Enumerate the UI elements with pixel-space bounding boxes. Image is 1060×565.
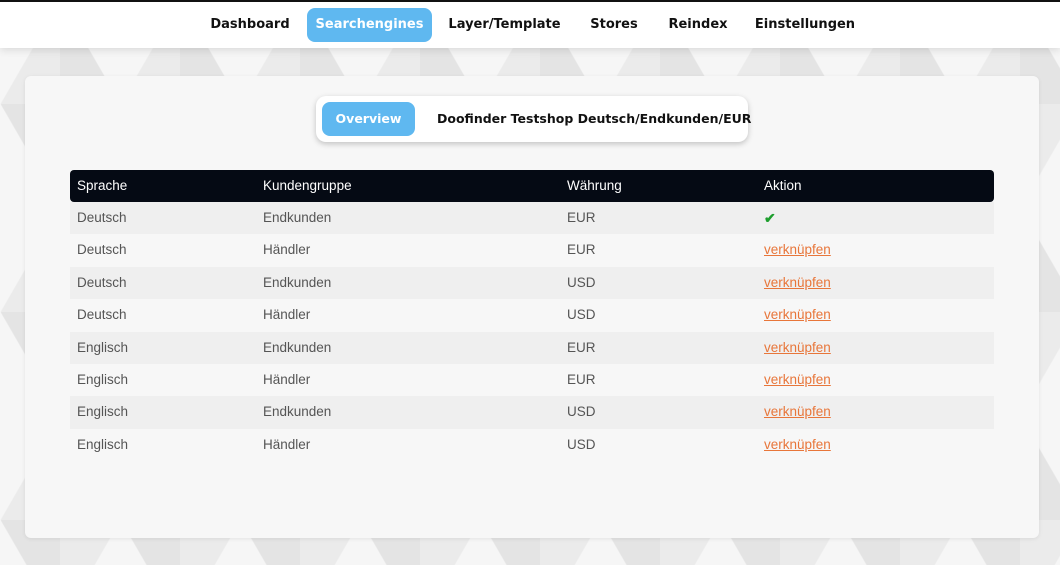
cell-waehrung: EUR [567,371,596,387]
tab-overview[interactable]: Overview [322,102,415,136]
main-nav: Dashboard Searchengines Layer/Template S… [0,8,1060,42]
cell-sprache: Deutsch [77,307,127,323]
link-verknuepfen[interactable]: verknüpfen [764,234,831,266]
searchengine-table: Sprache Kundengruppe Währung Aktion Deut… [70,170,994,462]
nav-stores[interactable]: Stores [582,8,646,42]
table-row: Englisch Händler USD verknüpfen [70,428,994,462]
header-aktion: Aktion [764,178,802,193]
table-row: Deutsch Endkunden USD verknüpfen [70,266,994,300]
nav-einstellungen[interactable]: Einstellungen [752,8,858,42]
nav-reindex[interactable]: Reindex [662,8,734,42]
cell-sprache: Englisch [77,404,129,420]
link-verknuepfen[interactable]: verknüpfen [764,396,831,428]
cell-sprache: Englisch [77,371,129,387]
link-verknuepfen[interactable]: verknüpfen [764,429,831,461]
link-verknuepfen[interactable]: verknüpfen [764,267,831,299]
tab-doofinder-engine[interactable]: Doofinder Testshop Deutsch/Endkunden/EUR [437,102,751,136]
table-body: Deutsch Endkunden EUR ✔ Deutsch Händler … [70,202,994,462]
table-row: Deutsch Händler EUR verknüpfen [70,234,994,267]
top-navigation-bar: Dashboard Searchengines Layer/Template S… [0,0,1060,48]
table-row: Deutsch Endkunden EUR ✔ [70,202,994,235]
table-row: Englisch Endkunden EUR verknüpfen [70,331,994,364]
header-waehrung: Währung [567,178,622,193]
table-header: Sprache Kundengruppe Währung Aktion [70,170,994,202]
link-verknuepfen[interactable]: verknüpfen [764,299,831,331]
cell-sprache: Deutsch [77,274,127,290]
cell-waehrung: USD [567,274,596,290]
searchengine-tabs: Overview Doofinder Testshop Deutsch/Endk… [316,96,751,142]
checkmark-icon: ✔ [764,210,776,226]
table-row: Englisch Händler EUR verknüpfen [70,363,994,397]
table-row: Englisch Endkunden USD verknüpfen [70,396,994,429]
nav-layer-template[interactable]: Layer/Template [444,8,565,42]
cell-kundengruppe: Endkunden [263,274,332,290]
cell-waehrung: USD [567,436,596,452]
cell-waehrung: USD [567,404,596,420]
header-sprache: Sprache [77,178,128,193]
cell-sprache: Englisch [77,436,129,452]
cell-kundengruppe: Händler [263,436,311,452]
link-verknuepfen[interactable]: verknüpfen [764,364,831,396]
cell-sprache: Deutsch [77,242,127,258]
nav-searchengines[interactable]: Searchengines [307,8,432,42]
cell-kundengruppe: Endkunden [263,404,332,420]
cell-kundengruppe: Händler [263,371,311,387]
nav-dashboard[interactable]: Dashboard [206,8,294,42]
table-row: Deutsch Händler USD verknüpfen [70,299,994,332]
header-kundengruppe: Kundengruppe [263,178,352,193]
cell-sprache: Deutsch [77,210,127,225]
link-verknuepfen[interactable]: verknüpfen [764,332,831,364]
cell-kundengruppe: Händler [263,242,311,258]
cell-kundengruppe: Endkunden [263,210,332,225]
cell-kundengruppe: Händler [263,307,311,323]
cell-sprache: Englisch [77,339,129,355]
cell-waehrung: EUR [567,339,596,355]
cell-waehrung: USD [567,307,596,323]
cell-kundengruppe: Endkunden [263,339,332,355]
cell-waehrung: EUR [567,210,596,225]
content-card: Overview Doofinder Testshop Deutsch/Endk… [25,76,1039,538]
cell-waehrung: EUR [567,242,596,258]
